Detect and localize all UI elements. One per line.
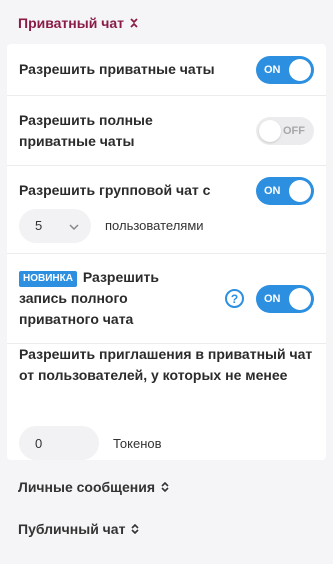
toggle-state-text: OFF xyxy=(283,124,305,137)
help-icon[interactable]: ? xyxy=(225,289,244,308)
public-chat-section-header[interactable]: Публичный чат xyxy=(0,508,333,550)
toggle-knob xyxy=(289,58,311,81)
allow-full-private-chats-label: Разрешить полные приватные чаты xyxy=(19,111,153,149)
collapse-chevron-icon xyxy=(130,18,138,28)
toggle-knob xyxy=(289,287,311,310)
group-size-value: 5 xyxy=(35,218,43,233)
toggle-knob xyxy=(289,179,311,202)
group-size-select[interactable]: 5 xyxy=(19,208,91,243)
private-chat-section-header[interactable]: Приватный чат xyxy=(0,0,333,44)
allow-recording-row: НОВИНКА Разрешить запись полного приватн… xyxy=(7,254,326,344)
min-tokens-input[interactable]: 0 xyxy=(19,426,99,460)
allow-recording-label-container: НОВИНКА Разрешить запись полного приватн… xyxy=(19,267,225,330)
allow-full-private-chats-toggle[interactable]: OFF xyxy=(256,116,314,145)
toggle-state-text: ON xyxy=(264,184,281,197)
direct-messages-section-header[interactable]: Личные сообщения xyxy=(0,466,333,508)
allow-group-chat-row: Разрешить групповой чат с ON 5 пользоват… xyxy=(7,166,326,254)
toggle-state-text: ON xyxy=(264,63,281,76)
new-badge: НОВИНКА xyxy=(19,271,77,287)
allow-invites-label: Разрешить приглашения в приватный чат от… xyxy=(19,346,313,383)
allow-private-chats-label: Разрешить приватные чаты xyxy=(19,61,215,77)
allow-group-chat-toggle[interactable]: ON xyxy=(256,176,314,205)
allow-private-chats-row: Разрешить приватные чаты ON xyxy=(7,44,326,96)
min-tokens-value: 0 xyxy=(35,435,43,451)
expand-chevron-icon xyxy=(131,524,140,534)
direct-messages-title: Личные сообщения xyxy=(18,479,156,495)
expand-chevron-icon xyxy=(161,482,169,492)
private-chat-title: Приватный чат xyxy=(18,15,124,31)
allow-invites-row: Разрешить приглашения в приватный чат от… xyxy=(7,344,326,460)
allow-full-private-chats-row: Разрешить полные приватные чаты OFF xyxy=(7,96,326,166)
toggle-state-text: ON xyxy=(264,292,281,305)
public-chat-title: Публичный чат xyxy=(18,521,126,537)
allow-private-chats-toggle[interactable]: ON xyxy=(256,55,314,84)
chevron-down-icon xyxy=(69,219,79,233)
min-tokens-suffix: Токенов xyxy=(113,435,162,451)
private-chat-settings-card: Разрешить приватные чаты ON Разрешить по… xyxy=(7,44,326,460)
toggle-knob xyxy=(259,119,281,142)
group-size-suffix: пользователями xyxy=(105,218,204,233)
allow-group-chat-label: Разрешить групповой чат с xyxy=(19,182,211,198)
allow-recording-toggle[interactable]: ON xyxy=(256,284,314,313)
